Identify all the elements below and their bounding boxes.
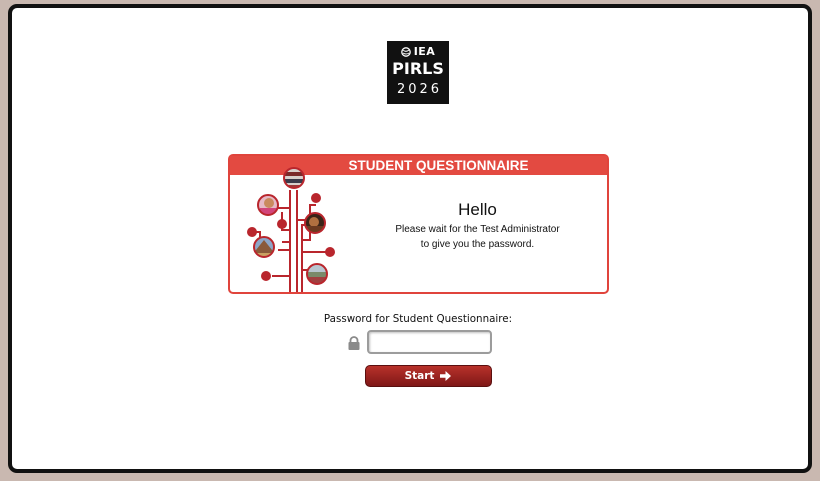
photo-circle-5 bbox=[306, 263, 328, 285]
password-input[interactable] bbox=[367, 330, 492, 354]
card-message-area: Hello Please wait for the Test Administr… bbox=[390, 200, 565, 252]
iea-globe-icon bbox=[400, 46, 411, 57]
start-button[interactable]: Start bbox=[365, 365, 492, 387]
questionnaire-card: STUDENT QUESTIONNAIRE Hello Please wait … bbox=[228, 154, 609, 294]
wait-message: Please wait for the Test Administrator t… bbox=[395, 224, 560, 250]
pirls-logo: IEA PIRLS 2026 bbox=[387, 41, 449, 104]
photo-circle-3 bbox=[304, 212, 326, 234]
tree-illustration bbox=[247, 167, 335, 292]
app-window: IEA PIRLS 2026 STUDENT QUESTIONNAIRE Hel… bbox=[8, 4, 812, 473]
password-label: Password for Student Questionnaire: bbox=[323, 313, 513, 325]
greeting-heading: Hello bbox=[458, 200, 497, 219]
photo-circle-4 bbox=[253, 236, 275, 258]
photo-circle-1 bbox=[283, 167, 305, 189]
logo-title: PIRLS bbox=[392, 59, 444, 78]
logo-year: 2026 bbox=[396, 82, 443, 97]
lock-icon bbox=[348, 336, 360, 350]
logo-org-row: IEA bbox=[387, 45, 449, 58]
logo-org-text: IEA bbox=[413, 45, 436, 58]
photo-circle-2 bbox=[257, 194, 279, 216]
arrow-right-icon bbox=[440, 371, 452, 381]
start-button-label: Start bbox=[404, 370, 435, 382]
